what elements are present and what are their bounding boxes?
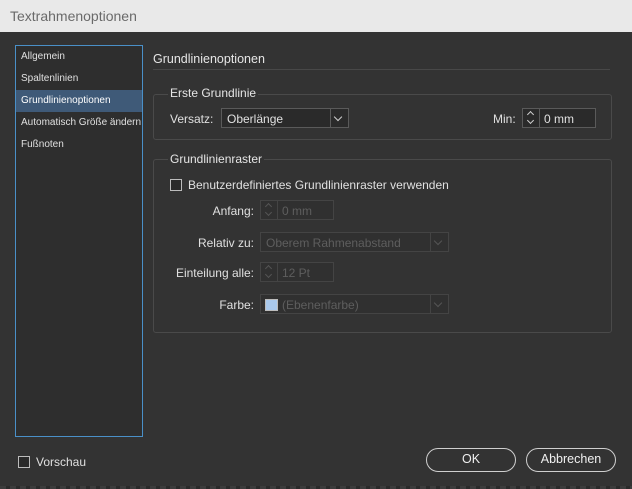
color-select[interactable]: (Ebenenfarbe) (260, 294, 449, 314)
offset-select-value: Oberlänge (227, 112, 284, 126)
cancel-button[interactable]: Abbrechen (526, 448, 616, 472)
custom-grid-label: Benutzerdefiniertes Grundlinienraster ve… (188, 178, 449, 192)
sidebar-item-fussnoten[interactable]: Fußnoten (16, 134, 142, 156)
start-stepper[interactable]: 0 mm (260, 200, 334, 220)
increment-value: 12 Pt (282, 266, 311, 280)
chevron-down-icon[interactable] (430, 233, 448, 251)
color-select-value: (Ebenenfarbe) (282, 298, 359, 312)
start-value: 0 mm (282, 204, 312, 218)
sidebar-item-allgemein[interactable]: Allgemein (16, 46, 142, 68)
custom-grid-checkbox[interactable] (170, 179, 182, 191)
increment-stepper[interactable]: 12 Pt (260, 262, 334, 282)
stepper-arrows-icon[interactable] (261, 263, 278, 281)
offset-label: Versatz: (170, 112, 214, 126)
sidebar-item-auto-groesse[interactable]: Automatisch Größe ändern (16, 112, 142, 134)
color-swatch (265, 299, 278, 311)
min-value: 0 mm (544, 112, 574, 126)
first-baseline-group-title: Erste Grundlinie (168, 86, 259, 100)
color-label: Farbe: (219, 298, 254, 312)
offset-select[interactable]: Oberlänge (221, 108, 349, 128)
category-list: Allgemein Spaltenlinien Grundlinienoptio… (15, 45, 143, 437)
baseline-grid-group-title: Grundlinienraster (168, 152, 265, 166)
section-divider (153, 69, 610, 70)
stepper-arrows-icon[interactable] (261, 201, 278, 219)
section-title: Grundlinienoptionen (153, 52, 265, 66)
window-title: Textrahmenoptionen (10, 8, 137, 24)
min-label: Min: (493, 112, 516, 126)
title-bar: Textrahmenoptionen (0, 0, 632, 32)
increment-label: Einteilung alle: (175, 266, 254, 280)
preview-label: Vorschau (36, 455, 87, 469)
stepper-arrows-icon[interactable] (523, 109, 540, 127)
sidebar-item-spaltenlinien[interactable]: Spaltenlinien (16, 68, 142, 90)
relative-select-value: Oberem Rahmenabstand (266, 236, 401, 250)
relative-select[interactable]: Oberem Rahmenabstand (260, 232, 449, 252)
sidebar-item-grundlinienoptionen[interactable]: Grundlinienoptionen (16, 90, 142, 112)
chevron-down-icon[interactable] (330, 109, 348, 127)
chevron-down-icon[interactable] (430, 295, 448, 313)
ok-button[interactable]: OK (426, 448, 516, 472)
start-label: Anfang: (212, 204, 254, 218)
min-stepper[interactable]: 0 mm (522, 108, 596, 128)
preview-checkbox[interactable] (18, 456, 30, 468)
relative-label: Relativ zu: (197, 236, 254, 250)
